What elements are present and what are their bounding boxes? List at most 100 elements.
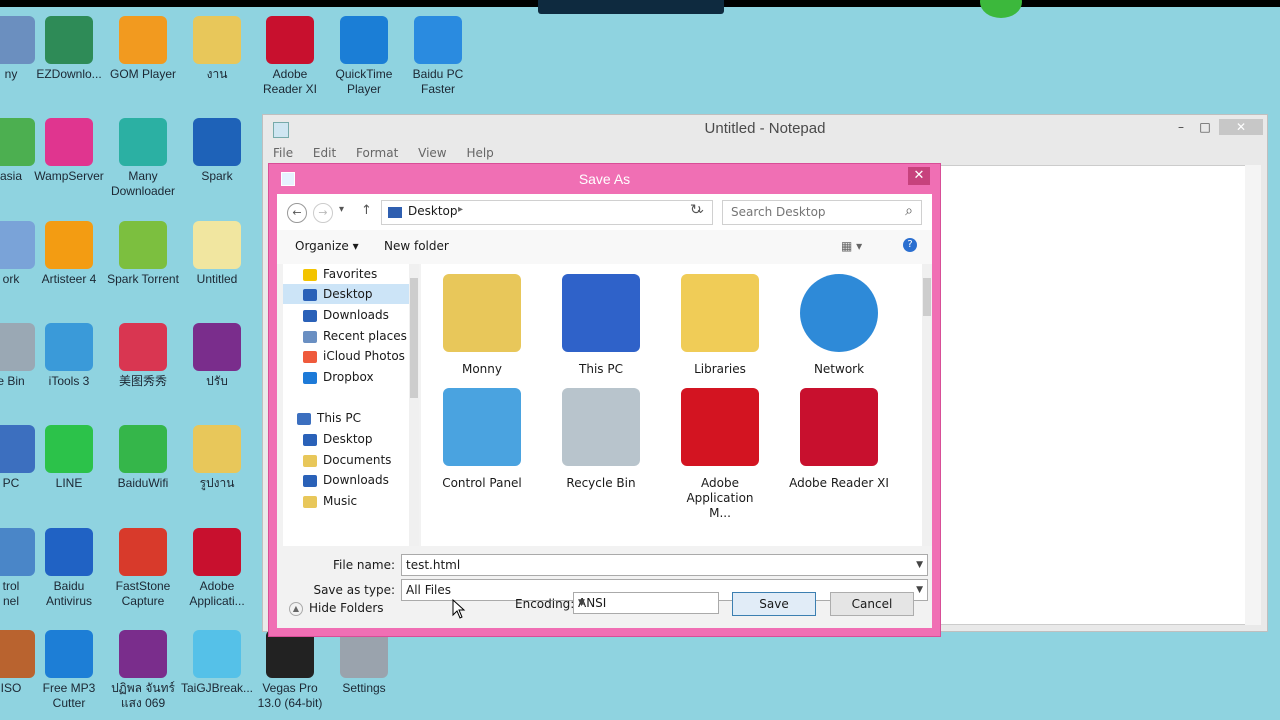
desktop-icon-item[interactable]: WampServer: [28, 118, 110, 184]
desktop-icon-label: Spark Torrent: [107, 272, 179, 286]
recent-locations-button[interactable]: ▾: [339, 204, 344, 215]
desktop-icon-item[interactable]: Adobe Applicati...: [176, 528, 258, 609]
file-item[interactable]: Adobe Application M...: [665, 384, 775, 521]
desktop-icon-item[interactable]: iTools 3: [28, 323, 110, 389]
menu-file[interactable]: File: [273, 146, 293, 160]
nav-item[interactable]: Documents: [283, 450, 419, 470]
back-button[interactable]: ←: [287, 203, 307, 223]
nav-item[interactable]: Downloads: [283, 470, 419, 490]
desktop-icon-label: Baidu Antivirus: [45, 579, 92, 608]
file-item[interactable]: This PC: [546, 270, 656, 377]
refresh-icon[interactable]: ↻: [690, 202, 702, 218]
search-input[interactable]: [729, 204, 893, 220]
notepad-title: Untitled - Notepad: [704, 120, 826, 137]
desktop-icon-item[interactable]: รูปงาน: [176, 425, 258, 491]
app-icon: [193, 630, 241, 678]
desktop-icon-item[interactable]: Vegas Pro 13.0 (64-bit): [249, 630, 331, 711]
forward-button[interactable]: →: [313, 203, 333, 223]
hide-folders-button[interactable]: Hide Folders: [309, 601, 384, 615]
desktop-icon-item[interactable]: TaiGJBreak...: [176, 630, 258, 696]
desktop-icon-item[interactable]: งาน: [176, 16, 258, 82]
desktop-icon-item[interactable]: BaiduWifi: [102, 425, 184, 491]
file-item[interactable]: Monny: [427, 270, 537, 377]
nav-item[interactable]: Downloads: [283, 305, 419, 325]
chevron-down-icon[interactable]: ▼: [916, 560, 923, 570]
desktop-icon-item[interactable]: Artisteer 4: [28, 221, 110, 287]
desktop-icon-item[interactable]: 美图秀秀: [102, 323, 184, 389]
desktop-icon-item[interactable]: EZDownlo...: [28, 16, 110, 82]
nav-item[interactable]: Desktop: [283, 284, 419, 304]
desktop-icon-label: GOM Player: [109, 67, 176, 81]
app-icon: [45, 118, 93, 166]
cancel-button[interactable]: Cancel: [830, 592, 914, 616]
file-scroll-thumb[interactable]: [923, 278, 931, 316]
file-label: This PC: [579, 362, 623, 376]
nav-item[interactable]: Recent places: [283, 326, 419, 346]
desktop-icon-item[interactable]: Free MP3 Cutter: [28, 630, 110, 711]
desktop-icon-item[interactable]: FastStone Capture: [102, 528, 184, 609]
new-folder-button[interactable]: New folder: [384, 239, 449, 253]
desktop-icon-label: QuickTime Player: [335, 67, 393, 96]
chevron-down-icon[interactable]: ▼: [578, 598, 714, 608]
folder-icon: [303, 288, 317, 301]
file-scrollbar[interactable]: [922, 264, 932, 546]
desktop-icon-item[interactable]: Spark: [176, 118, 258, 184]
address-box[interactable]: Desktop ▸ ⌄: [381, 200, 713, 225]
menu-format[interactable]: Format: [356, 146, 398, 160]
desktop-icon-item[interactable]: ปรับ: [176, 323, 258, 389]
file-label: Control Panel: [442, 476, 522, 490]
desktop-icon-label: Spark: [201, 169, 233, 183]
app-icon: [119, 118, 167, 166]
dialog-close-button[interactable]: ✕: [908, 167, 930, 185]
nav-item-label: Desktop: [323, 432, 373, 446]
filename-label: File name:: [333, 558, 395, 572]
notepad-scrollbar[interactable]: [1245, 165, 1261, 625]
nav-item[interactable]: iCloud Photos: [283, 346, 419, 366]
search-box[interactable]: ⌕: [722, 200, 922, 225]
save-button[interactable]: Save: [732, 592, 816, 616]
nav-item[interactable]: Music: [283, 491, 419, 511]
menu-edit[interactable]: Edit: [313, 146, 336, 160]
desktop-icon-item[interactable]: GOM Player: [102, 16, 184, 82]
desktop-icon-item[interactable]: Spark Torrent: [102, 221, 184, 287]
address-bar-row: ← → ▾ ↑ Desktop ▸ ⌄ ↻ ⌕: [277, 194, 932, 230]
file-icon: [439, 384, 525, 470]
desktop-icon-item[interactable]: Many Downloader: [102, 118, 184, 199]
nav-item[interactable]: Favorites: [283, 264, 419, 284]
chevron-up-icon[interactable]: ▲: [289, 602, 303, 616]
maximize-button[interactable]: □: [1191, 119, 1219, 135]
close-button[interactable]: ✕: [1219, 119, 1263, 135]
file-item[interactable]: Libraries: [665, 270, 775, 377]
desktop-icon-item[interactable]: Untitled: [176, 221, 258, 287]
nav-item-label: Downloads: [323, 473, 389, 487]
desktop-icon-label: iTools 3: [48, 374, 90, 388]
nav-item[interactable]: Desktop: [283, 429, 419, 449]
app-icon: [119, 16, 167, 64]
organize-button[interactable]: Organize ▾: [295, 239, 359, 253]
file-item[interactable]: Recycle Bin: [546, 384, 656, 491]
help-icon[interactable]: ?: [903, 238, 917, 252]
view-options-icon[interactable]: ▦ ▾: [841, 239, 862, 253]
app-icon: [193, 323, 241, 371]
desktop-icon-item[interactable]: Baidu PC Faster: [397, 16, 479, 97]
desktop-icon-item[interactable]: LINE: [28, 425, 110, 491]
file-item[interactable]: Network: [784, 270, 894, 377]
desktop-icon-item[interactable]: Settings: [323, 630, 405, 696]
desktop-icon-item[interactable]: Adobe Reader XI: [249, 16, 331, 97]
desktop-icon-label: Many Downloader: [110, 169, 176, 198]
file-item[interactable]: Control Panel: [427, 384, 537, 491]
desktop-icon-item[interactable]: QuickTime Player: [323, 16, 405, 97]
nav-item[interactable]: Dropbox: [283, 367, 419, 387]
nav-item[interactable]: This PC: [283, 408, 419, 428]
desktop-icon-item[interactable]: ปฏิพล จันทร์ แสง 069: [102, 630, 184, 711]
menu-help[interactable]: Help: [466, 146, 493, 160]
desktop-icon-item[interactable]: Baidu Antivirus: [28, 528, 110, 609]
up-button[interactable]: ↑: [361, 203, 372, 218]
nav-scroll-thumb[interactable]: [410, 278, 418, 398]
menu-view[interactable]: View: [418, 146, 446, 160]
encoding-select[interactable]: ANSI ▼: [573, 592, 719, 614]
filename-input[interactable]: test.html ▼: [401, 554, 928, 576]
address-text: Desktop: [408, 204, 458, 218]
nav-scrollbar[interactable]: [409, 264, 419, 546]
file-item[interactable]: Adobe Reader XI: [784, 384, 894, 491]
